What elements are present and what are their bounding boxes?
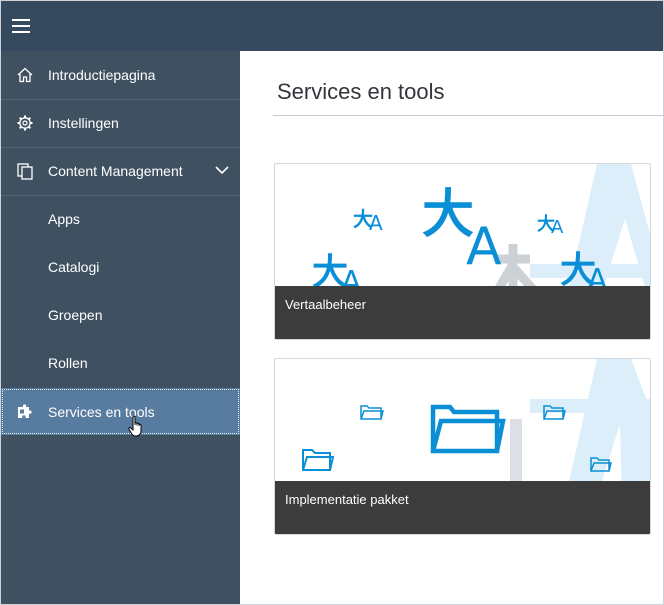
hamburger-icon[interactable] bbox=[12, 19, 30, 33]
tile-caption: Implementatie pakket bbox=[275, 481, 650, 534]
sidebar-item-instellingen[interactable]: Instellingen bbox=[1, 99, 240, 146]
hand-cursor-icon bbox=[128, 415, 142, 437]
tile-caption: Vertaalbeheer bbox=[275, 286, 650, 339]
main-content: Services en tools 大 大 大 大 大 A A A A A Ve… bbox=[240, 51, 663, 604]
puzzle-icon bbox=[18, 404, 32, 418]
copy-icon bbox=[17, 163, 33, 180]
sidebar-item-rollen[interactable]: Rollen bbox=[1, 339, 240, 386]
sidebar-item-label: Rollen bbox=[48, 355, 88, 371]
home-icon bbox=[17, 67, 33, 83]
svg-text:A: A bbox=[369, 211, 383, 235]
title-underline bbox=[273, 115, 663, 116]
app-window: Introductiepagina Instellingen Content M… bbox=[0, 0, 664, 605]
sidebar-item-label: Catalogi bbox=[48, 259, 100, 275]
tile-implementatie-pakket[interactable]: Implementatie pakket bbox=[274, 358, 651, 535]
sidebar-item-label: Apps bbox=[48, 211, 80, 227]
sidebar-item-content-management[interactable]: Content Management bbox=[1, 147, 240, 194]
tile-label: Implementatie pakket bbox=[285, 492, 409, 507]
svg-text:A: A bbox=[466, 217, 502, 277]
shell-header bbox=[1, 1, 663, 51]
gear-icon bbox=[17, 115, 33, 131]
svg-text:A: A bbox=[551, 217, 564, 238]
sidebar-item-label: Groepen bbox=[48, 307, 103, 323]
page-title: Services en tools bbox=[277, 79, 445, 104]
sidebar-item-groepen[interactable]: Groepen bbox=[1, 291, 240, 338]
sidebar-item-apps[interactable]: Apps bbox=[1, 195, 240, 242]
tile-label: Vertaalbeheer bbox=[285, 297, 366, 312]
sidebar-item-services-en-tools[interactable]: Services en tools bbox=[1, 388, 240, 435]
sidebar-item-introductiepagina[interactable]: Introductiepagina bbox=[1, 51, 240, 98]
sidebar-item-label: Instellingen bbox=[48, 115, 119, 131]
chevron-down-icon[interactable] bbox=[214, 162, 230, 178]
tile-vertaalbeheer[interactable]: 大 大 大 大 大 A A A A A Vertaalbeheer bbox=[274, 163, 651, 340]
sidebar-item-catalogi[interactable]: Catalogi bbox=[1, 243, 240, 290]
sidebar-item-label: Introductiepagina bbox=[48, 67, 156, 83]
side-navigation: Introductiepagina Instellingen Content M… bbox=[1, 51, 240, 604]
sidebar-item-label: Content Management bbox=[48, 163, 183, 179]
